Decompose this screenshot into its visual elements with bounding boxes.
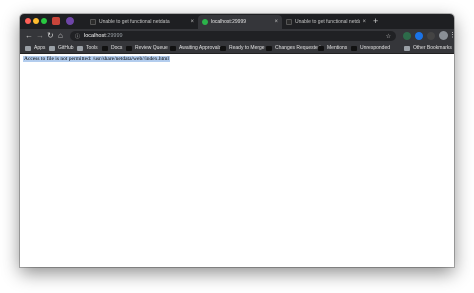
tab-2-label: localhost:29999: [211, 19, 247, 25]
bookmark-label: Docs: [111, 45, 123, 51]
reload-icon[interactable]: ↻: [47, 31, 54, 41]
tab-3[interactable]: Unable to get functional netdata ×: [282, 15, 370, 29]
window-maximize-button[interactable]: [41, 18, 47, 24]
folder-icon: [77, 45, 83, 51]
bookmark-label: Other Bookmarks: [413, 45, 452, 51]
address-bar[interactable]: ⓘ localhost :29999 ☆: [70, 31, 396, 41]
forward-icon[interactable]: →: [36, 31, 44, 41]
bookmark-label: Mentions: [327, 45, 348, 51]
browser-window: Unable to get functional netdata × local…: [20, 14, 454, 267]
window-minimize-button[interactable]: [33, 18, 39, 24]
close-icon[interactable]: ×: [274, 19, 278, 25]
bookmark-review-queue[interactable]: Review Queue: [126, 44, 168, 52]
github-icon: [126, 45, 132, 51]
pinned-tab-gmail[interactable]: [52, 17, 60, 25]
address-host: localhost: [84, 33, 106, 39]
home-icon[interactable]: ⌂: [58, 31, 63, 41]
bookmark-awaiting-approvals[interactable]: Awaiting Approvals: [170, 44, 221, 52]
github-icon: [266, 45, 272, 51]
page-content: Access to file is not permitted: /usr/sh…: [20, 54, 454, 267]
github-icon: [220, 45, 226, 51]
netdata-icon: [202, 19, 208, 25]
bookmark-label: Awaiting Approvals: [179, 45, 222, 51]
extension-icon-1[interactable]: [403, 32, 411, 40]
bookmark-label: Apps: [34, 45, 46, 51]
github-icon: [102, 45, 108, 51]
bookmark-star-icon[interactable]: ☆: [386, 33, 391, 40]
bookmark-github[interactable]: GitHub: [49, 44, 74, 52]
close-icon[interactable]: ×: [190, 19, 194, 25]
bookmark-tools[interactable]: Tools: [77, 44, 98, 52]
folder-icon: [49, 45, 55, 51]
bookmark-other-bookmarks[interactable]: Other Bookmarks: [404, 44, 452, 52]
error-message: Access to file is not permitted: /usr/sh…: [23, 56, 170, 62]
bookmark-mentions[interactable]: Mentions: [318, 44, 347, 52]
title-bar: Unable to get functional netdata × local…: [20, 14, 454, 29]
menu-icon[interactable]: ⋮: [449, 31, 454, 41]
tab-1[interactable]: Unable to get functional netdata ×: [86, 15, 198, 29]
toolbar: ← → ↻ ⌂ ⓘ localhost :29999 ☆ ⋮: [20, 29, 454, 43]
extension-icon-3[interactable]: [427, 32, 435, 40]
new-tab-button[interactable]: +: [373, 16, 378, 27]
extension-icon-2[interactable]: [415, 32, 423, 40]
github-icon: [286, 19, 292, 25]
pinned-tab-2[interactable]: [66, 17, 74, 25]
window-close-button[interactable]: [25, 18, 31, 24]
apps-grid-icon: [25, 45, 31, 51]
github-icon: [90, 19, 96, 25]
tab-2-active[interactable]: localhost:29999 ×: [198, 15, 282, 29]
bookmark-label: Changes Requested: [275, 45, 321, 51]
bookmark-label: Unresponded: [360, 45, 391, 51]
bookmark-label: GitHub: [58, 45, 74, 51]
bookmarks-bar: Apps GitHub Tools Docs Review Queue Awai…: [20, 43, 454, 54]
bookmark-label: Ready to Merge: [229, 45, 265, 51]
close-icon[interactable]: ×: [362, 19, 366, 25]
bookmark-apps[interactable]: Apps: [25, 44, 45, 52]
bookmark-docs[interactable]: Docs: [102, 44, 122, 52]
bookmark-ready-to-merge[interactable]: Ready to Merge: [220, 44, 265, 52]
tab-3-label: Unable to get functional netdata: [295, 19, 361, 25]
tab-1-label: Unable to get functional netdata: [99, 19, 170, 25]
bookmark-changes-requested[interactable]: Changes Requested: [266, 44, 321, 52]
github-icon: [318, 45, 324, 51]
github-icon: [351, 45, 357, 51]
bookmark-label: Review Queue: [135, 45, 168, 51]
bookmark-label: Tools: [86, 45, 98, 51]
github-icon: [170, 45, 176, 51]
profile-avatar[interactable]: [439, 31, 448, 40]
bookmark-unresponded[interactable]: Unresponded: [351, 44, 390, 52]
info-icon[interactable]: ⓘ: [75, 33, 80, 40]
folder-icon: [404, 45, 410, 51]
back-icon[interactable]: ←: [25, 31, 33, 41]
address-port: :29999: [105, 33, 123, 39]
